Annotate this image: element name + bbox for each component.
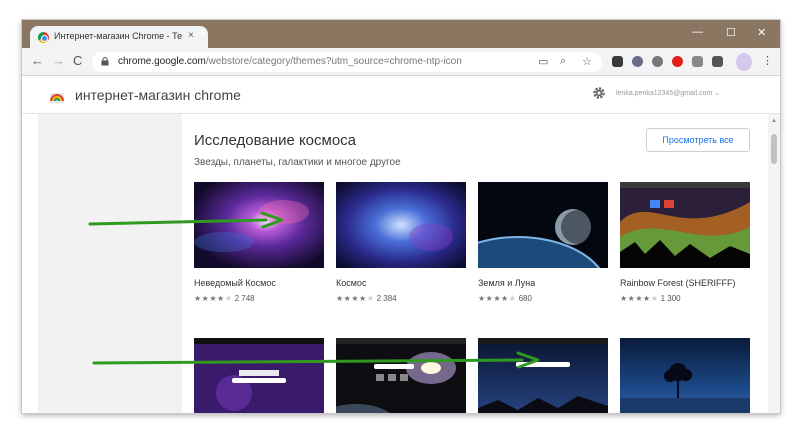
- extension-3-icon[interactable]: [652, 56, 663, 67]
- reload-button[interactable]: C: [73, 53, 82, 68]
- profile-avatar[interactable]: [736, 53, 752, 71]
- store-header: интернет-магазин chrome lenka.penka12345…: [22, 76, 780, 114]
- theme-name[interactable]: Земля и Луна: [478, 278, 608, 288]
- rating-count: 680: [518, 294, 532, 303]
- webstore-logo-icon: [50, 93, 64, 103]
- rating-count: 1 300: [660, 294, 681, 303]
- lock-icon: [101, 57, 109, 66]
- section-title: Исследование космоса: [194, 132, 357, 149]
- theme-rating: ★★★★★ 2 384: [336, 294, 397, 303]
- extension-5-icon[interactable]: [692, 56, 703, 67]
- tab-webstore[interactable]: Интернет-магазин Chrome - Те ×: [30, 26, 208, 48]
- pointer-arrow-icon: [88, 211, 284, 229]
- puzzle-extensions-icon[interactable]: [712, 56, 723, 67]
- maximize-button[interactable]: ☐: [726, 26, 736, 39]
- extension-2-icon[interactable]: [632, 56, 643, 67]
- zoom-icon[interactable]: ⌕: [560, 55, 566, 68]
- theme-rating: ★★★★★ 1 300: [620, 294, 681, 303]
- tab-strip: Интернет-магазин Chrome - Те × + — ☐ ✕: [22, 20, 780, 48]
- theme-rating: ★★★★★ 680: [478, 294, 532, 303]
- theme-thumbnail[interactable]: [620, 338, 750, 413]
- store-title[interactable]: интернет-магазин chrome: [75, 87, 241, 103]
- menu-icon[interactable]: ⋮: [762, 54, 773, 67]
- scroll-thumb[interactable]: [771, 134, 777, 164]
- scroll-up-icon[interactable]: ▲: [771, 118, 777, 124]
- theme-card[interactable]: Земля и Луна ★★★★★ 680: [478, 182, 608, 303]
- theme-thumbnail[interactable]: [478, 182, 608, 268]
- cast-icon[interactable]: ▭: [538, 55, 548, 68]
- url-text: chrome.google.com/webstore/category/them…: [118, 56, 462, 67]
- theme-thumbnail[interactable]: [620, 182, 750, 268]
- view-all-button[interactable]: Просмотреть все: [646, 128, 750, 152]
- rating-count: 2 384: [376, 294, 397, 303]
- webstore-favicon-icon: [38, 32, 49, 43]
- back-button[interactable]: ←: [31, 53, 44, 68]
- theme-card[interactable]: [620, 338, 750, 413]
- extension-1-icon[interactable]: [612, 56, 623, 67]
- page-scrollbar[interactable]: ▲: [768, 114, 780, 413]
- tab-close-icon[interactable]: ×: [188, 30, 194, 41]
- theme-thumbnail[interactable]: [336, 182, 466, 268]
- browser-window: Интернет-магазин Chrome - Те × + — ☐ ✕ ←…: [22, 20, 780, 413]
- theme-name[interactable]: Космос: [336, 278, 466, 288]
- gear-icon[interactable]: [592, 86, 606, 100]
- forward-button[interactable]: →: [52, 53, 65, 68]
- theme-name[interactable]: Rainbow Forest (SHERIFFF): [620, 278, 750, 288]
- theme-name[interactable]: Неведомый Космос: [194, 278, 324, 288]
- tab-title: Интернет-магазин Chrome - Те: [54, 31, 183, 41]
- theme-card[interactable]: Rainbow Forest (SHERIFFF) ★★★★★ 1 300: [620, 182, 750, 303]
- new-tab-button[interactable]: +: [198, 25, 207, 42]
- close-window-button[interactable]: ✕: [757, 26, 766, 39]
- opera-icon[interactable]: [672, 56, 683, 67]
- theme-card[interactable]: Неведомый Космос ★★★★★ 2 748: [194, 182, 324, 303]
- rating-count: 2 748: [234, 294, 255, 303]
- address-bar[interactable]: chrome.google.com/webstore/category/them…: [92, 52, 602, 72]
- account-email[interactable]: lenka.penka12345@gmail.com ⌄: [616, 89, 720, 97]
- theme-rating: ★★★★★ 2 748: [194, 294, 255, 303]
- browser-toolbar: ← → C chrome.google.com/webstore/categor…: [22, 48, 780, 76]
- theme-card[interactable]: Космос ★★★★★ 2 384: [336, 182, 466, 303]
- bookmark-star-icon[interactable]: ☆: [582, 55, 592, 68]
- section-subtitle: Звезды, планеты, галактики и многое друг…: [194, 157, 401, 168]
- pointer-arrow-icon: [92, 351, 540, 369]
- minimize-button[interactable]: —: [692, 26, 703, 38]
